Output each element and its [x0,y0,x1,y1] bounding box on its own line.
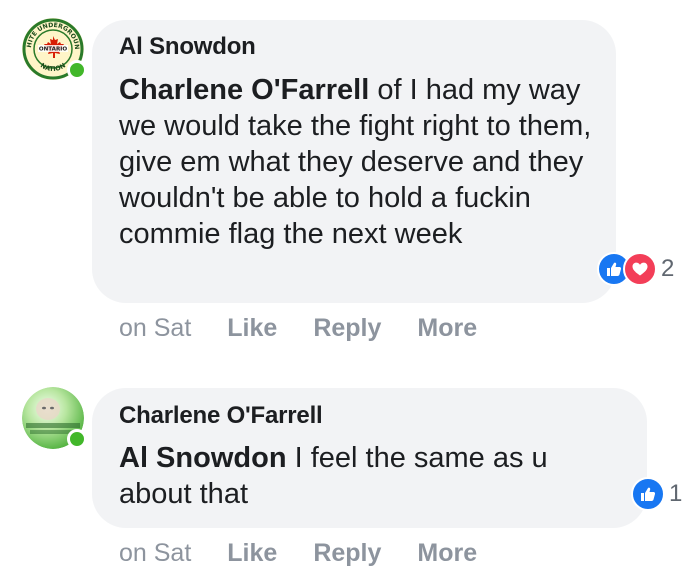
reply-button[interactable]: Reply [313,539,381,568]
avatar[interactable]: WHITE UNDERGROUND NATION ONTARIO [22,18,87,80]
online-status-dot [67,60,87,80]
comment-author[interactable]: Al Snowdon [119,33,256,61]
svg-text:ONTARIO: ONTARIO [39,47,68,53]
reaction-count: 1 [669,480,683,507]
timestamp[interactable]: on Sat [119,314,191,343]
avatar[interactable] [22,387,87,449]
like-icon [631,477,665,511]
love-icon [623,252,657,286]
like-button[interactable]: Like [227,539,277,568]
more-button[interactable]: More [417,314,477,343]
reactions-summary[interactable]: 2 [597,252,674,286]
online-status-dot [67,429,87,449]
more-button[interactable]: More [417,539,477,568]
comment-author[interactable]: Charlene O'Farrell [119,402,323,430]
comment-text: Al Snowdon I feel the same as u about th… [119,440,589,512]
mention-link[interactable]: Charlene O'Farrell [119,74,369,106]
reactions-summary[interactable]: 1 [631,477,682,511]
reaction-count: 2 [661,255,675,282]
reply-button[interactable]: Reply [313,314,381,343]
comment-actions: on Sat Like Reply More [119,539,477,568]
comment-text: Charlene O'Farrell of I had my way we wo… [119,72,599,252]
like-button[interactable]: Like [227,314,277,343]
comment-actions: on Sat Like Reply More [119,314,477,343]
mention-link[interactable]: Al Snowdon [119,442,287,474]
timestamp[interactable]: on Sat [119,539,191,568]
